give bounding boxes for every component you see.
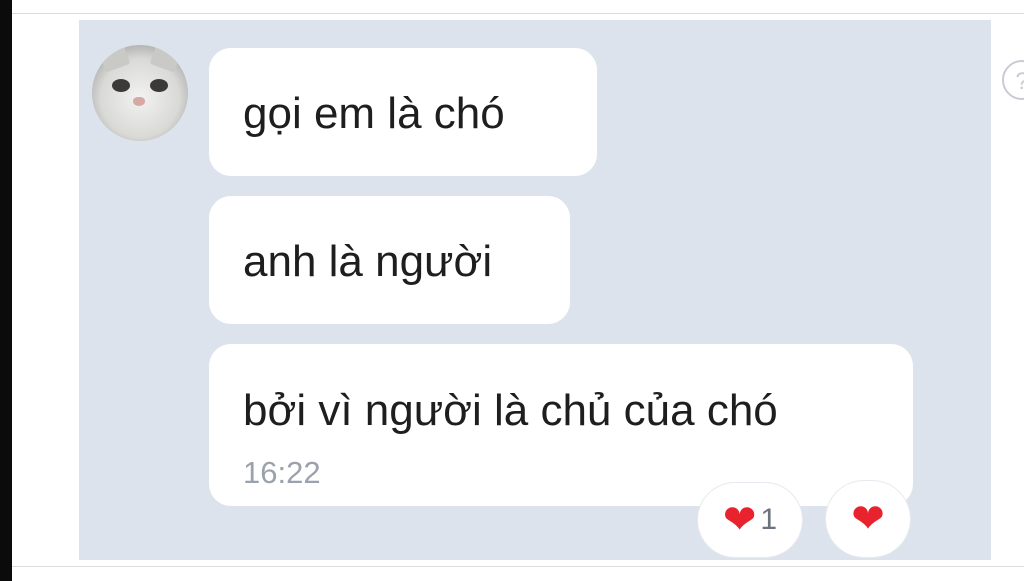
message-text: anh là người [243,237,493,286]
avatar-cat-ear [95,45,131,73]
message-bubble[interactable]: anh là người [209,196,570,324]
avatar-cat-eye [150,79,168,92]
help-icon[interactable]: ? [1002,60,1024,100]
bottom-divider [12,566,1024,567]
avatar-cat-eye [112,79,130,92]
react-button[interactable]: ❤ [826,481,910,557]
message-timestamp: 16:22 [243,455,321,490]
heart-icon: ❤ [722,497,757,543]
left-edge-bar [0,0,12,581]
sender-avatar[interactable] [92,45,188,141]
message-text: bởi vì người là chủ của chó [243,386,778,435]
message-text: gọi em là chó [243,89,505,138]
avatar-cat-nose [133,97,145,106]
heart-icon: ❤ [851,496,885,542]
reaction-count: 1 [760,503,778,536]
message-bubble[interactable]: gọi em là chó [209,48,597,176]
reaction-summary[interactable]: ❤ 1 [698,483,802,557]
top-divider [12,13,1024,14]
message-bubble[interactable]: bởi vì người là chủ của chó 16:22 [209,344,913,506]
